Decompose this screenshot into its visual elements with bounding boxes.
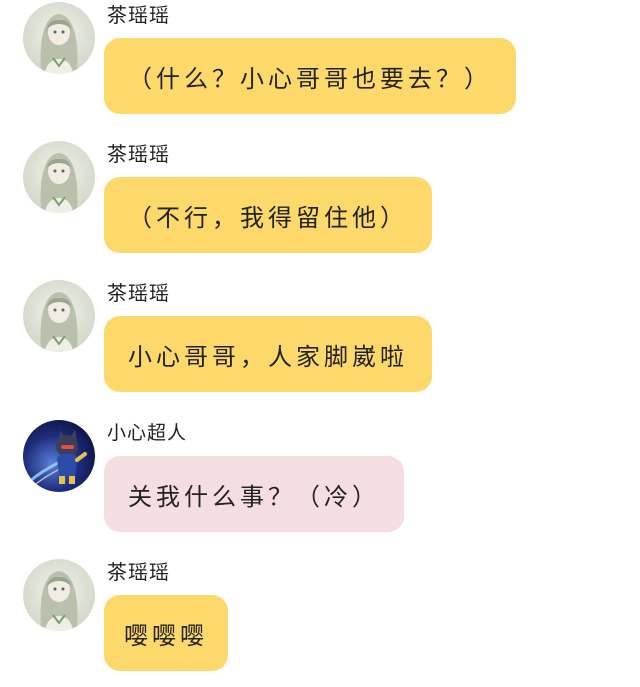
sender-name: 茶瑶瑶 <box>107 560 170 584</box>
message-text: 嘤嘤嘤 <box>124 621 208 650</box>
message-text: （不行，我得留住他） <box>128 203 408 232</box>
chat-message: 小心超人 关我什么事？（冷） <box>0 418 640 548</box>
chat-conversation: 茶瑶瑶 （什么？小心哥哥也要去？） 茶瑶瑶 （不行，我得留住他） 茶瑶瑶 小心哥… <box>0 0 640 687</box>
message-text: （什么？小心哥哥也要去？） <box>128 64 492 93</box>
message-bubble[interactable]: 嘤嘤嘤 <box>104 595 228 671</box>
chat-message: 茶瑶瑶 （什么？小心哥哥也要去？） <box>0 0 640 130</box>
message-bubble[interactable]: 小心哥哥，人家脚崴啦 <box>104 316 432 392</box>
chat-message: 茶瑶瑶 （不行，我得留住他） <box>0 139 640 269</box>
sender-name: 小心超人 <box>107 422 188 444</box>
girl-avatar-icon[interactable] <box>23 2 95 74</box>
superhero-avatar-icon[interactable] <box>23 420 95 492</box>
message-text: 小心哥哥，人家脚崴啦 <box>128 342 408 371</box>
girl-avatar-icon[interactable] <box>23 559 95 631</box>
sender-name: 茶瑶瑶 <box>107 142 170 166</box>
message-bubble[interactable]: （不行，我得留住他） <box>104 177 432 253</box>
girl-avatar-icon[interactable] <box>23 141 95 213</box>
chat-message: 茶瑶瑶 小心哥哥，人家脚崴啦 <box>0 278 640 408</box>
chat-message: 茶瑶瑶 嘤嘤嘤 <box>0 557 640 687</box>
message-bubble[interactable]: 关我什么事？（冷） <box>104 456 404 532</box>
message-text: 关我什么事？（冷） <box>128 482 380 511</box>
girl-avatar-icon[interactable] <box>23 280 95 352</box>
sender-name: 茶瑶瑶 <box>107 281 170 305</box>
sender-name: 茶瑶瑶 <box>107 3 170 27</box>
message-bubble[interactable]: （什么？小心哥哥也要去？） <box>104 38 516 114</box>
